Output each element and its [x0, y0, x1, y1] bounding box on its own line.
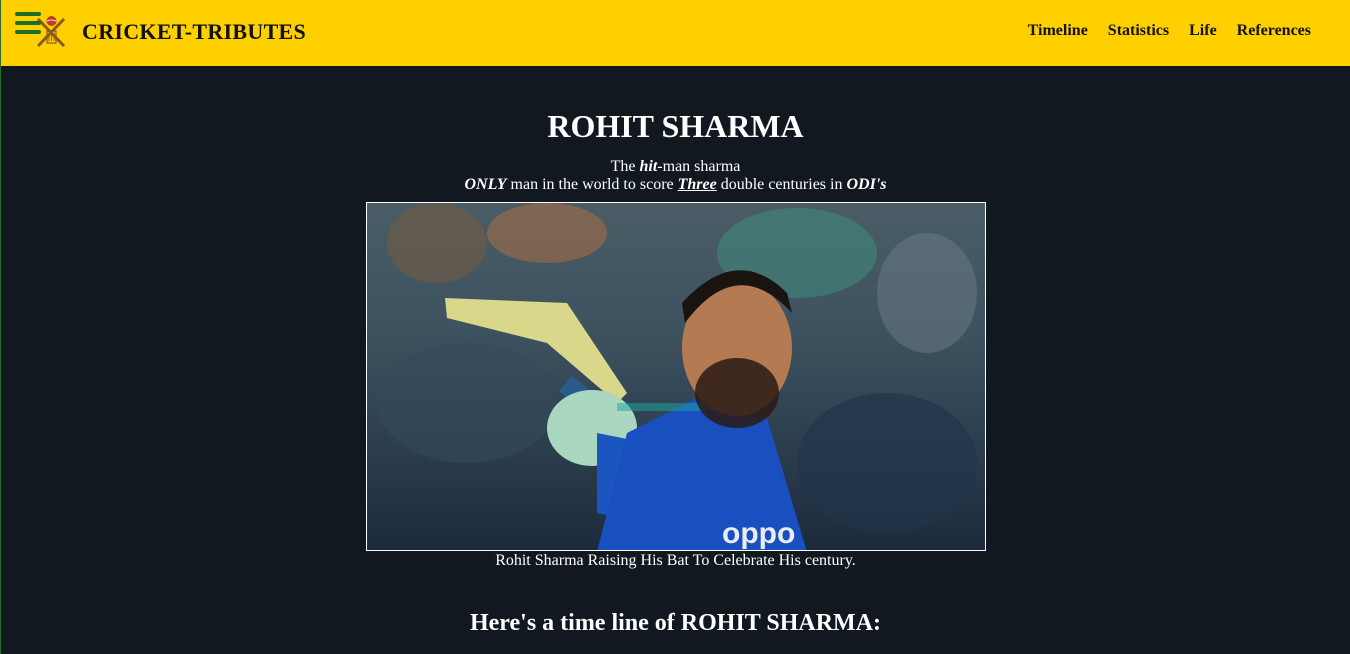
subtitle-post: -man sharma — [657, 158, 741, 175]
player-photo: oppo — [365, 202, 986, 551]
subtitle-text-2: double centuries in — [716, 176, 847, 193]
nav-link-life[interactable]: Life — [1189, 22, 1217, 40]
subtitle-emphasis-hit: hit — [639, 158, 658, 175]
svg-text:oppo: oppo — [722, 517, 795, 550]
emphasis-three: Three — [677, 176, 717, 193]
subtitle: The hit-man sharma ONLY man in the world… — [1, 158, 1350, 194]
subtitle-pre: The — [610, 158, 640, 175]
nav-link-timeline[interactable]: Timeline — [1028, 22, 1088, 40]
hamburger-menu-icon[interactable] — [15, 12, 41, 34]
photo-caption: Rohit Sharma Raising His Bat To Celebrat… — [495, 552, 856, 569]
main-content: ROHIT SHARMA The hit-man sharma ONLY man… — [1, 108, 1350, 637]
subtitle-text-1: man in the world to score — [506, 176, 678, 193]
emphasis-only: ONLY — [464, 176, 507, 193]
emphasis-odis: ODI's — [846, 176, 887, 193]
nav-links: Timeline Statistics Life References — [1028, 22, 1311, 40]
site-brand[interactable]: CRICKET-TRIBUTES — [82, 19, 306, 45]
timeline-heading: Here's a time line of ROHIT SHARMA: — [469, 610, 882, 636]
top-navbar: CRICKET-TRIBUTES Timeline Statistics Lif… — [1, 0, 1350, 66]
page-title: ROHIT SHARMA — [547, 108, 804, 144]
subtitle-line-2: ONLY man in the world to score Three dou… — [1, 176, 1350, 194]
subtitle-line-1: The hit-man sharma — [1, 158, 1350, 176]
nav-link-statistics[interactable]: Statistics — [1108, 22, 1169, 40]
nav-link-references[interactable]: References — [1237, 22, 1311, 40]
player-celebration-image: oppo — [376, 203, 977, 550]
